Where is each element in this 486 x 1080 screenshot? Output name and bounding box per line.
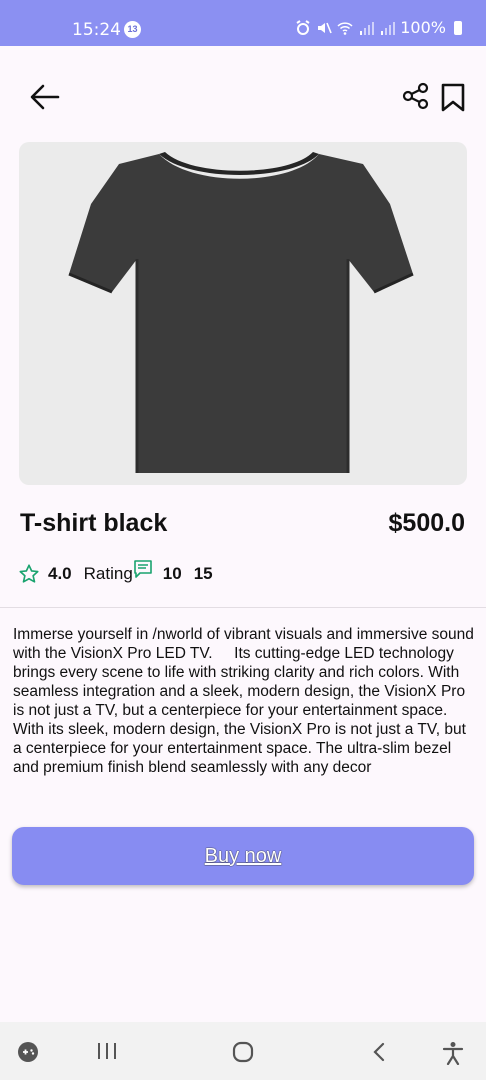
back-arrow-icon[interactable]: [28, 80, 62, 114]
system-nav-bar: [0, 1022, 486, 1080]
status-bar: 15:24 13 100%: [0, 0, 486, 46]
star-icon: [19, 564, 39, 583]
home-icon[interactable]: [232, 1041, 254, 1063]
tshirt-image: [68, 152, 414, 473]
divider: [0, 607, 486, 608]
product-image: [19, 142, 467, 485]
bookmark-icon[interactable]: [440, 82, 466, 112]
signal-icon-1: [360, 21, 375, 35]
battery-icon: [454, 20, 462, 35]
rating-value: 4.0: [48, 564, 72, 583]
review-count: 15: [193, 564, 213, 583]
notification-badge: 13: [124, 21, 141, 38]
status-time: 15:24: [72, 20, 121, 40]
mute-icon: [318, 22, 332, 33]
wifi-icon: [337, 21, 353, 35]
product-price: $500.0: [388, 509, 465, 537]
status-icons: 100%: [295, 18, 462, 37]
rating-label: Rating: [83, 564, 133, 583]
recent-apps-icon[interactable]: [96, 1041, 118, 1061]
accessibility-icon[interactable]: [442, 1041, 464, 1065]
signal-icon-2: [381, 21, 396, 35]
comment-count: 10: [162, 564, 182, 583]
battery-percent: 100%: [400, 18, 446, 37]
comment-icon: [133, 560, 152, 578]
product-title: T-shirt black: [20, 509, 168, 537]
game-launcher-icon[interactable]: [16, 1040, 40, 1064]
top-app-bar: [0, 46, 486, 142]
alarm-icon: [296, 19, 310, 35]
share-icon[interactable]: [402, 82, 430, 110]
back-nav-icon[interactable]: [370, 1041, 388, 1063]
rating-row: 4.0 Rating 10 15: [18, 560, 213, 588]
buy-now-button[interactable]: Buy now: [12, 827, 474, 885]
product-description: Immerse yourself in /nworld of vibrant v…: [13, 626, 479, 776]
